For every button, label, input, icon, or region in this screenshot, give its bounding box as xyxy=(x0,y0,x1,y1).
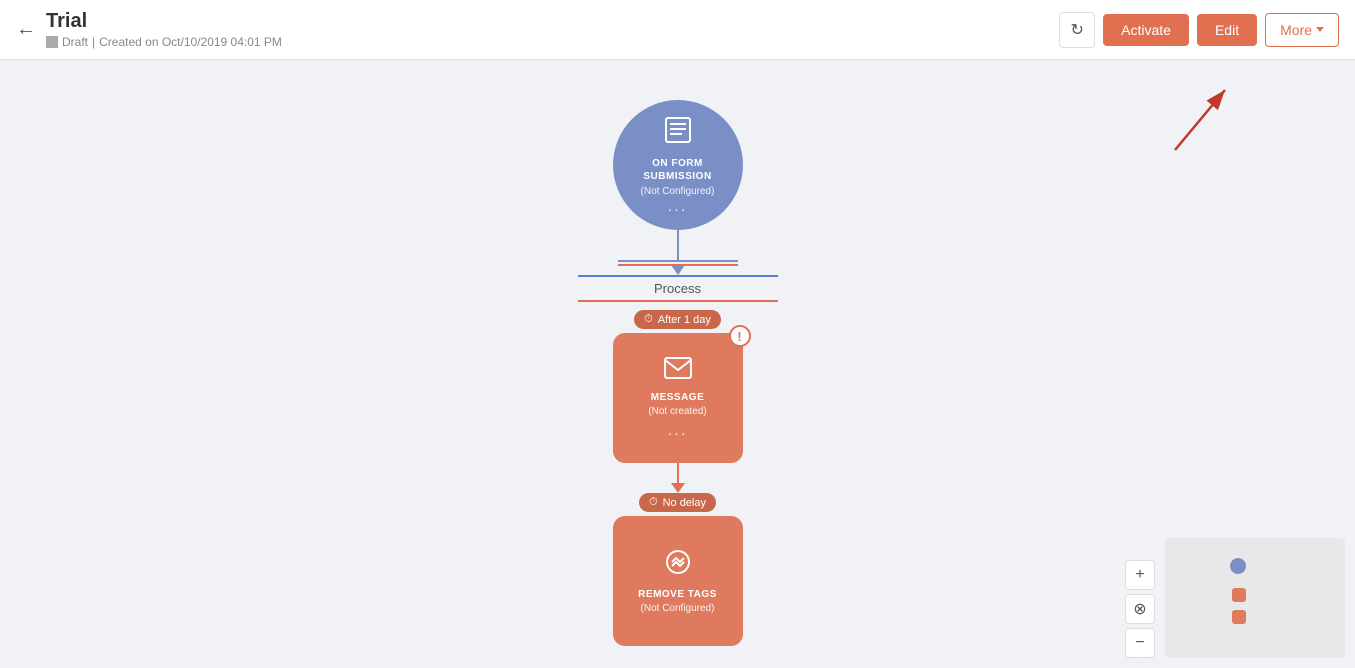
process-label: Process xyxy=(654,281,701,296)
form-submission-icon xyxy=(662,114,694,153)
trigger-label: ON FORM SUBMISSION xyxy=(643,157,711,183)
canvas: ON FORM SUBMISSION (Not Configured) ··· … xyxy=(0,60,1355,668)
vertical-line-orange xyxy=(677,463,679,483)
remove-tags-delay-label: No delay xyxy=(663,497,706,509)
message-node[interactable]: MESSAGE (Not created) ··· ! xyxy=(613,333,743,463)
message-sub-label: (Not created) xyxy=(648,406,706,417)
annotation-arrow xyxy=(1115,80,1235,160)
more-button[interactable]: More xyxy=(1265,13,1339,47)
message-label: MESSAGE xyxy=(651,392,705,403)
remove-tags-delay-badge: ⏱ No delay xyxy=(639,493,716,512)
message-delay-badge: ⏱ After 1 day xyxy=(634,310,721,329)
line-orange-bottom xyxy=(578,300,778,302)
header-right: ↻ Activate Edit More xyxy=(1059,12,1339,48)
trigger-dots: ··· xyxy=(668,201,688,217)
remove-tags-label: REMOVE TAGS xyxy=(638,589,717,600)
zoom-controls: + ⊗ − xyxy=(1125,560,1155,658)
trigger-node[interactable]: ON FORM SUBMISSION (Not Configured) ··· xyxy=(613,100,743,230)
separator: | xyxy=(92,35,95,49)
zoom-out-button[interactable]: − xyxy=(1125,628,1155,658)
draft-label: Draft xyxy=(62,35,88,49)
subtitle: Draft | Created on Oct/10/2019 04:01 PM xyxy=(46,35,282,49)
arrow-down-orange-icon xyxy=(671,483,685,493)
more-label: More xyxy=(1280,22,1312,38)
clock-icon-2: ⏱ xyxy=(649,496,658,509)
minimap-remove-tags-dot xyxy=(1232,610,1246,624)
connector-1 xyxy=(618,230,738,275)
remove-tags-sub-label: (Not Configured) xyxy=(641,603,715,614)
zoom-reset-button[interactable]: ⊗ xyxy=(1125,594,1155,624)
horizontal-line-blue xyxy=(618,260,738,262)
edit-button[interactable]: Edit xyxy=(1197,14,1257,46)
page-title: Trial xyxy=(46,10,282,33)
message-dots: ··· xyxy=(668,425,688,441)
draft-icon xyxy=(46,36,58,48)
refresh-icon: ↻ xyxy=(1070,20,1083,40)
created-label: Created on Oct/10/2019 04:01 PM xyxy=(99,35,282,49)
trigger-sub-label: (Not Configured) xyxy=(641,186,715,197)
chevron-down-icon xyxy=(1316,27,1324,32)
back-button[interactable]: ← xyxy=(16,18,36,41)
remove-tags-node[interactable]: REMOVE TAGS (Not Configured) xyxy=(613,516,743,646)
refresh-button[interactable]: ↻ xyxy=(1059,12,1095,48)
error-badge: ! xyxy=(729,325,751,347)
title-area: Trial Draft | Created on Oct/10/2019 04:… xyxy=(46,10,282,49)
process-label-wrap: Process xyxy=(578,275,778,302)
clock-icon: ⏱ xyxy=(644,313,653,326)
vertical-line-1 xyxy=(677,230,679,260)
header: ← Trial Draft | Created on Oct/10/2019 0… xyxy=(0,0,1355,60)
remove-tags-icon xyxy=(664,548,692,583)
minimap-trigger-dot xyxy=(1230,558,1246,574)
zoom-in-button[interactable]: + xyxy=(1125,560,1155,590)
orange-connector xyxy=(671,463,685,493)
flow-container: ON FORM SUBMISSION (Not Configured) ··· … xyxy=(578,100,778,646)
activate-button[interactable]: Activate xyxy=(1103,14,1189,46)
line-blue-top xyxy=(578,275,778,277)
message-delay-label: After 1 day xyxy=(658,314,711,326)
arrow-down-icon xyxy=(671,265,685,275)
minimap xyxy=(1165,538,1345,658)
horizontal-line-orange xyxy=(618,264,738,266)
message-icon xyxy=(664,355,692,386)
minimap-message-dot xyxy=(1232,588,1246,602)
header-left: ← Trial Draft | Created on Oct/10/2019 0… xyxy=(16,10,282,49)
